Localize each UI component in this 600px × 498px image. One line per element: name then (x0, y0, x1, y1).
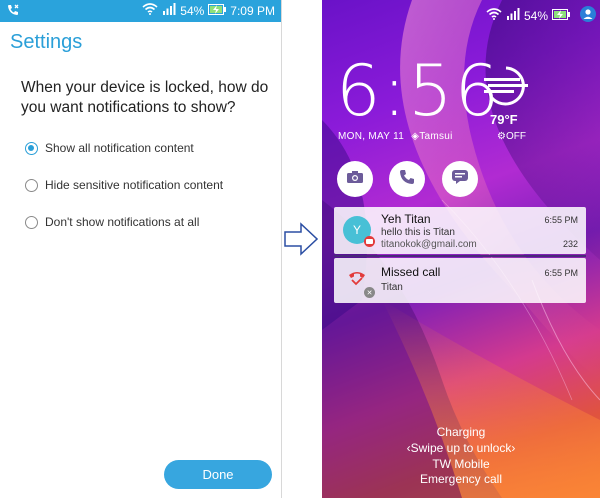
charging-status: Charging (436, 425, 486, 439)
temperature: 79°F (490, 112, 518, 127)
phone-shortcut[interactable] (389, 161, 425, 197)
settings-screen: 54% 7:09 PM Settings When your device is… (0, 0, 282, 498)
radio-unselected-icon[interactable] (25, 215, 38, 229)
weather-windy-icon (484, 64, 534, 113)
missed-call-badge-icon: ✕ (364, 287, 375, 298)
wifi-icon (142, 3, 158, 18)
radio-selected-icon[interactable] (25, 141, 38, 155)
notification-message-text: hello this is Titan (381, 227, 455, 238)
swipe-hint[interactable]: ‹Swipe up to unlock› (322, 441, 600, 455)
notification-title: Missed call (381, 265, 441, 279)
lockscreen-clock: 6:56 (336, 50, 502, 132)
right-arrow-icon (284, 222, 319, 261)
option-label: Don't show notifications at all (45, 215, 200, 229)
signal-icon (506, 8, 520, 23)
option-dont-show[interactable]: Don't show notifications at all (25, 213, 199, 231)
lock-screen: 54% 6:56 MON, MAY 11 ◈Tamsui 79°F ⚙OFF Y… (322, 0, 600, 498)
page-title: Settings (10, 31, 83, 53)
lockscreen-date: MON, MAY 11 ◈Tamsui (338, 131, 453, 142)
avatar-letter: Y (352, 223, 361, 237)
swipe-text: Swipe up to unlock (410, 441, 512, 455)
notification-time: 6:55 PM (544, 215, 578, 225)
lockscreen-question: When your device is locked, how do you w… (21, 79, 269, 116)
location-text: Tamsui (419, 131, 453, 142)
chevron-right-icon: › (511, 441, 516, 455)
carrier-name: TW Mobile (432, 457, 490, 471)
battery-charging-icon (552, 8, 570, 23)
notification-count: 232 (562, 239, 578, 249)
status-bar: 54% (486, 6, 596, 25)
message-badge-icon (364, 236, 375, 247)
option-label: Hide sensitive notification content (45, 178, 224, 192)
option-hide-sensitive[interactable]: Hide sensitive notification content (25, 176, 223, 194)
option-show-all[interactable]: Show all notification content (25, 139, 194, 157)
call-icon (6, 3, 20, 20)
status-time: 7:09 PM (230, 3, 275, 18)
battery-charging-icon (208, 3, 227, 18)
notification-caller: Titan (381, 282, 403, 293)
weather-status: ⚙OFF (497, 131, 526, 142)
battery-percent: 54% (180, 3, 205, 18)
notification-divider (334, 255, 586, 257)
camera-shortcut[interactable] (337, 161, 373, 197)
option-label: Show all notification content (45, 141, 194, 155)
user-icon[interactable] (580, 6, 596, 25)
notification-time: 6:55 PM (544, 268, 578, 278)
battery-percent: 54% (523, 8, 548, 23)
notification-email: titanokok@gmail.com (381, 239, 477, 250)
emergency-call-link[interactable]: Emergency call (322, 472, 600, 486)
radio-unselected-icon[interactable] (25, 178, 38, 192)
status-bar: 54% 7:09 PM (0, 0, 281, 22)
weather-off-icon: ⚙ (497, 131, 506, 142)
notification-title: Yeh Titan (381, 212, 431, 226)
phone-icon (398, 168, 416, 191)
camera-icon (346, 170, 364, 189)
wifi-icon (486, 8, 502, 23)
date-text: MON, MAY 11 (338, 131, 405, 142)
done-button[interactable]: Done (164, 460, 272, 489)
location-icon: ◈ (411, 131, 420, 142)
weather-status-text: OFF (505, 131, 526, 142)
signal-icon (162, 3, 176, 18)
notification-message[interactable]: Y Yeh Titan hello this is Titan titanoko… (334, 207, 586, 254)
notification-missed-call[interactable]: ✕ Missed call Titan 6:55 PM (334, 258, 586, 303)
message-icon (451, 169, 469, 190)
message-shortcut[interactable] (442, 161, 478, 197)
